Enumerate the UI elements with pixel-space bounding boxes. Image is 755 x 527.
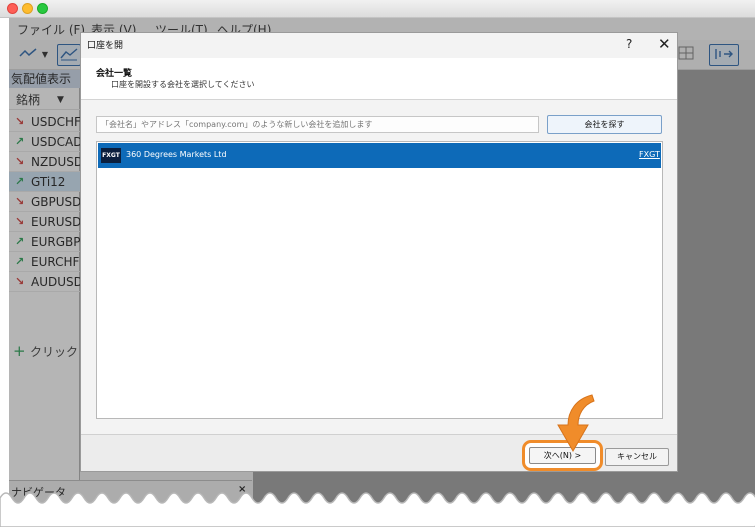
company-list-instructions: 口座を開設する会社を選択してください [111,80,255,89]
minimize-window-icon[interactable] [22,3,33,14]
cancel-button[interactable]: キャンセル [605,448,669,466]
window-titlebar [0,0,755,18]
company-code-link[interactable]: FXGT [639,150,660,159]
company-row[interactable]: FXGT 360 Degrees Markets Ltd FXGT [98,143,661,168]
company-search-input[interactable] [96,116,539,133]
app-window: ファイル (F) 表示 (V) ツール(T) ヘルプ(H) ▼ 気配値表示 銘柄… [9,18,755,527]
close-window-icon[interactable] [7,3,18,14]
zoom-window-icon[interactable] [37,3,48,14]
find-company-button[interactable]: 会社を探す [547,115,662,134]
company-list-heading: 会社一覧 [96,69,133,79]
close-icon[interactable]: ✕ [658,35,671,53]
company-logo: FXGT [101,148,121,163]
help-icon[interactable]: ? [626,37,632,51]
dialog-title: 口座を開 [87,41,124,51]
dialog-header: 会社一覧 口座を開設する会社を選択してください [81,58,677,100]
torn-edge-divider [0,492,755,527]
callout-arrow-icon [557,394,595,453]
company-list: FXGT 360 Degrees Markets Ltd FXGT [96,141,663,419]
company-name: 360 Degrees Markets Ltd [126,150,227,159]
